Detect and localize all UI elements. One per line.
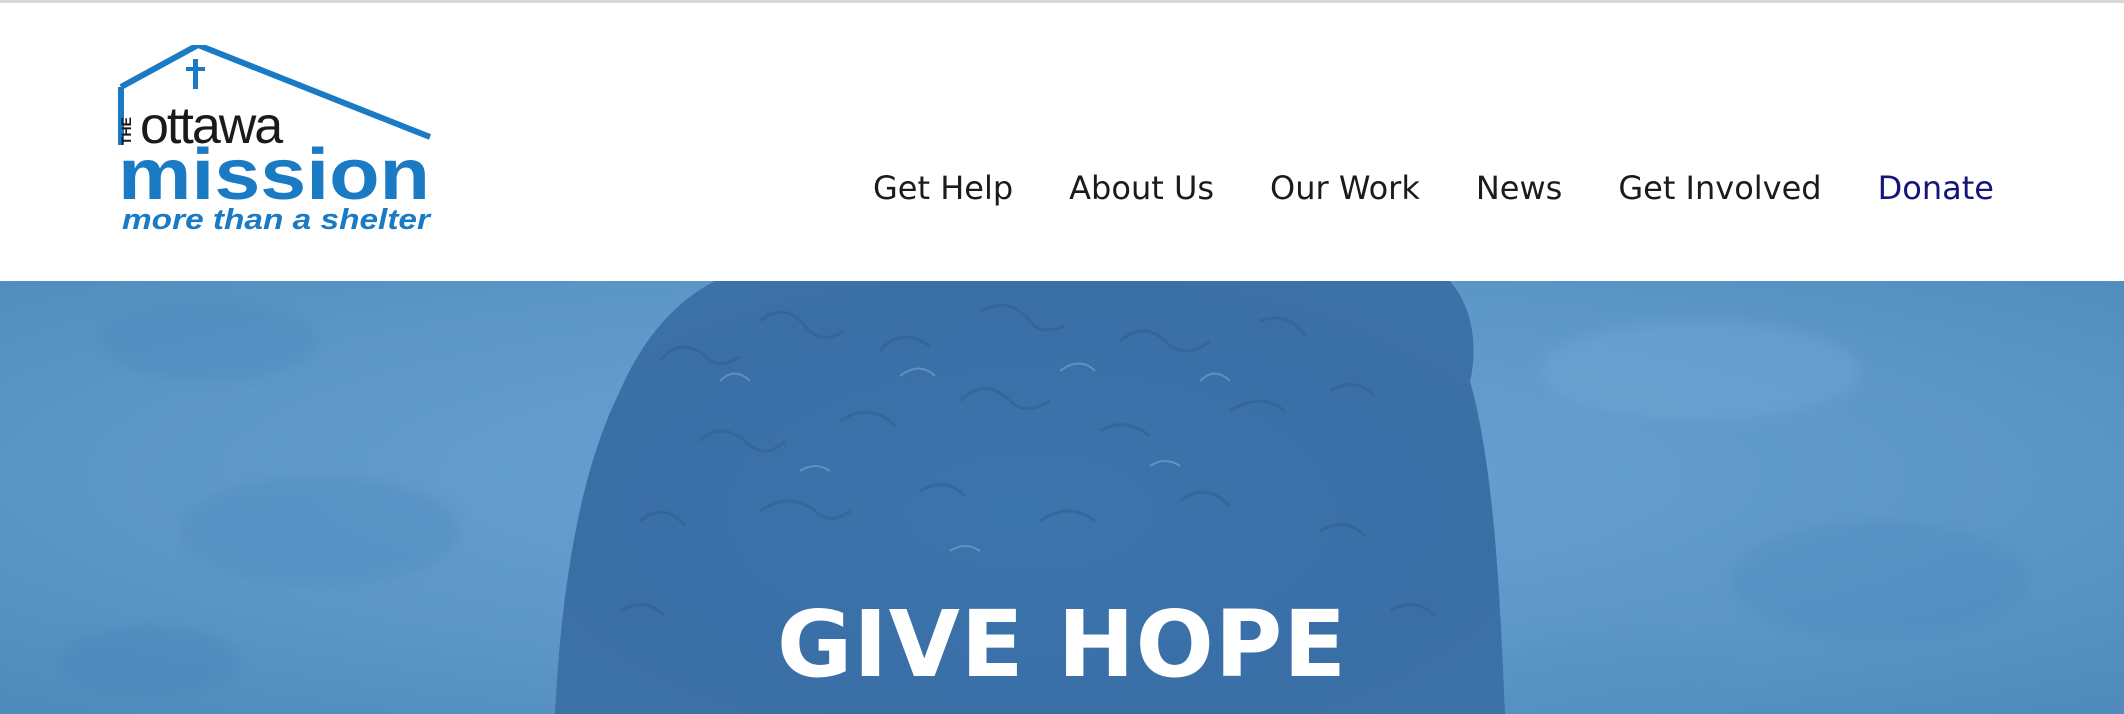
nav-item-get-help[interactable]: Get Help [873, 169, 1013, 207]
nav-item-about-us[interactable]: About Us [1069, 169, 1214, 207]
hero-banner: GIVE HOPE [0, 281, 2124, 714]
hero-title: GIVE HOPE [776, 591, 1348, 698]
nav-item-get-involved[interactable]: Get Involved [1618, 169, 1821, 207]
logo-tagline-text: more than a shelter [122, 204, 432, 236]
nav-item-our-work[interactable]: Our Work [1270, 169, 1420, 207]
cross-icon [186, 59, 205, 89]
logo-image: THE ottawa mission more than a shelter [118, 45, 432, 236]
main-navigation: Get Help About Us Our Work News Get Invo… [873, 160, 1994, 216]
nav-item-donate[interactable]: Donate [1878, 169, 1994, 207]
nav-item-news[interactable]: News [1476, 169, 1562, 207]
site-header: THE ottawa mission more than a shelter G… [0, 3, 2124, 281]
logo-mission-text: mission [118, 135, 430, 215]
